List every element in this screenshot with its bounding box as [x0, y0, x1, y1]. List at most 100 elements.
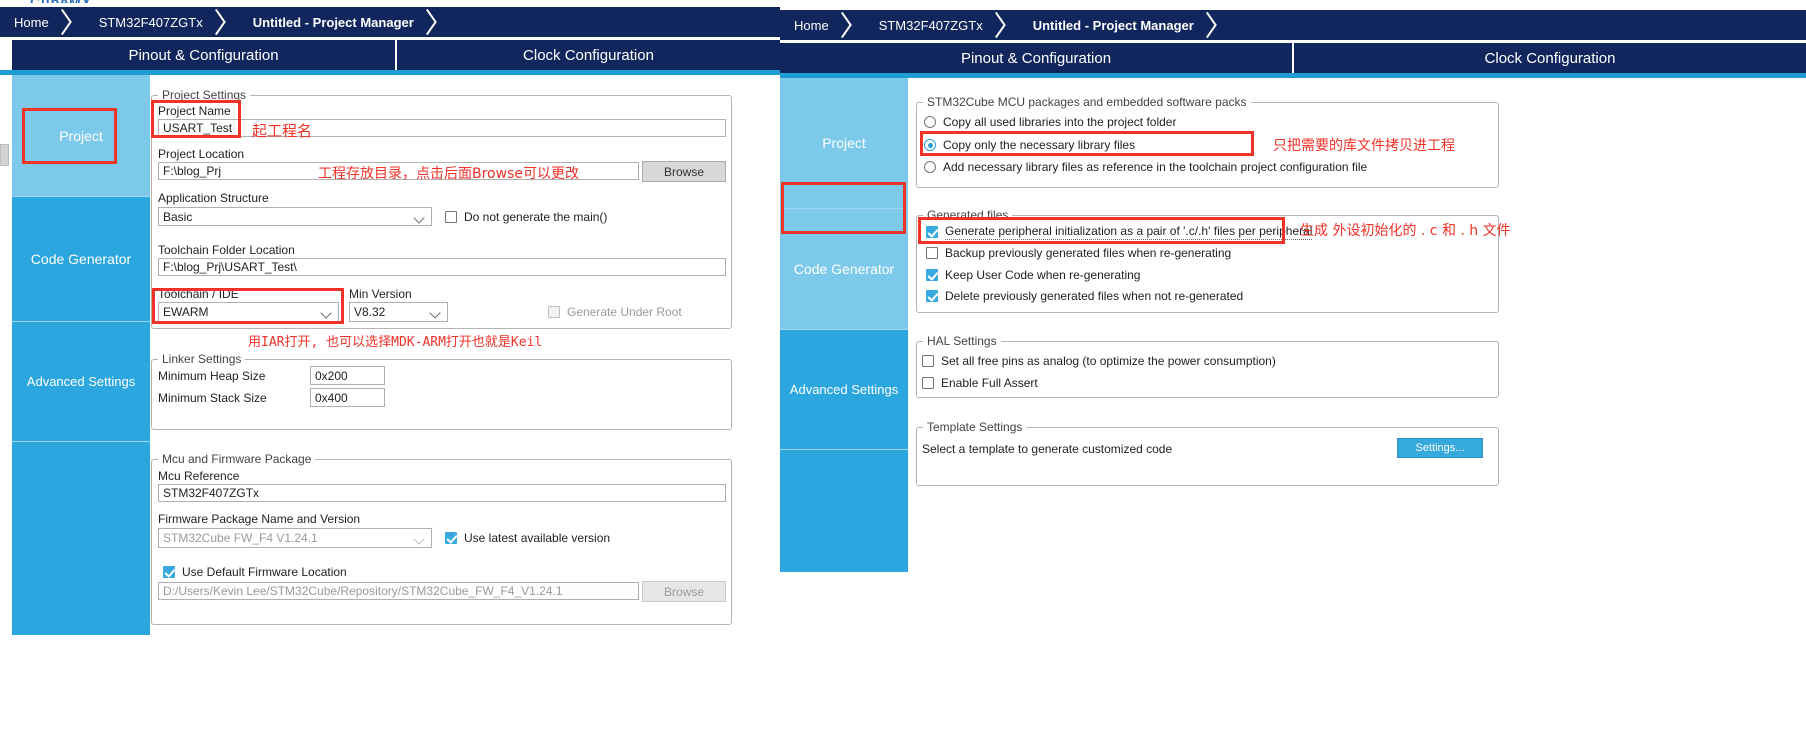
project-location-label: Project Location — [158, 147, 245, 161]
breadcrumb-item-project-manager[interactable]: Untitled - Project Manager — [1019, 10, 1230, 40]
linker-settings-legend: Linker Settings — [162, 352, 242, 366]
sidebar-item-project[interactable]: Project — [12, 75, 150, 197]
breadcrumb-item-mcu[interactable]: STM32F407ZGTx — [85, 7, 239, 37]
do-not-generate-main-label: Do not generate the main() — [464, 210, 608, 224]
tab-pinout-configuration[interactable]: Pinout & Configuration — [12, 40, 397, 70]
use-latest-version-checkbox[interactable] — [445, 532, 457, 544]
chevron-down-icon — [429, 303, 443, 321]
generate-under-root-row[interactable]: Generate Under Root — [548, 305, 682, 319]
use-default-firmware-location-row[interactable]: Use Default Firmware Location — [163, 565, 347, 579]
browse-firmware-location-button[interactable]: Browse — [642, 581, 726, 602]
set-free-pins-analog-label: Set all free pins as analog (to optimize… — [941, 354, 1276, 368]
breadcrumb-item-home[interactable]: Home — [0, 7, 85, 37]
keep-user-code-checkbox[interactable] — [926, 269, 938, 281]
do-not-generate-main-row[interactable]: Do not generate the main() — [445, 210, 607, 224]
min-version-select[interactable]: V8.32 — [349, 302, 448, 322]
use-default-firmware-location-label: Use Default Firmware Location — [182, 565, 347, 579]
keep-user-code-row[interactable]: Keep User Code when re-generating — [926, 268, 1140, 282]
sidebar-item-code-generator[interactable]: Code Generator — [12, 197, 150, 322]
breadcrumb-item-home[interactable]: Home — [780, 10, 865, 40]
breadcrumb-label: Home — [14, 14, 49, 30]
default-firmware-location-input: D:/Users/Kevin Lee/STM32Cube/Repository/… — [158, 582, 639, 600]
minimum-heap-size-label: Minimum Heap Size — [158, 369, 266, 383]
enable-full-assert-row[interactable]: Enable Full Assert — [922, 376, 1038, 390]
radio-add-as-reference-row[interactable]: Add necessary library files as reference… — [924, 160, 1367, 174]
tab-label: Clock Configuration — [523, 46, 654, 64]
breadcrumb-item-mcu[interactable]: STM32F407ZGTx — [865, 10, 1019, 40]
use-default-firmware-location-checkbox[interactable] — [163, 566, 175, 578]
project-name-input[interactable]: USART_Test — [158, 119, 726, 137]
minimum-stack-size-input[interactable]: 0x400 — [310, 388, 385, 407]
mcu-reference-label: Mcu Reference — [158, 469, 240, 483]
tab-clock-configuration[interactable]: Clock Configuration — [1294, 43, 1806, 73]
set-free-pins-analog-checkbox[interactable] — [922, 355, 934, 367]
backup-previous-files-row[interactable]: Backup previously generated files when r… — [926, 246, 1231, 260]
chevron-right-icon — [1204, 10, 1230, 40]
tab-clock-configuration[interactable]: Clock Configuration — [397, 40, 780, 70]
sidebar-item-project[interactable]: Project — [780, 78, 908, 209]
keep-user-code-label: Keep User Code when re-generating — [945, 268, 1141, 282]
right-screenshot-panel: Home STM32F407ZGTx Untitled - Project Ma… — [780, 0, 1806, 732]
mcu-packages-legend: STM32Cube MCU packages and embedded soft… — [927, 95, 1247, 109]
toolchain-folder-label: Toolchain Folder Location — [158, 243, 295, 257]
scrollbar-thumb[interactable] — [0, 144, 9, 166]
enable-full-assert-label: Enable Full Assert — [941, 376, 1038, 390]
use-latest-version-label: Use latest available version — [464, 531, 611, 545]
add-as-reference-label: Add necessary library files as reference… — [943, 160, 1368, 174]
template-settings-button[interactable]: Settings... — [1397, 438, 1483, 458]
do-not-generate-main-checkbox[interactable] — [445, 211, 457, 223]
tabstrip: Pinout & Configuration Clock Configurati… — [0, 40, 780, 70]
tab-label: Pinout & Configuration — [960, 49, 1112, 67]
firmware-package-select[interactable]: STM32Cube FW_F4 V1.24.1 — [158, 528, 432, 548]
sidebar-item-code-generator[interactable]: Code Generator — [780, 209, 908, 330]
chevron-down-icon — [413, 208, 427, 225]
minimum-heap-size-input[interactable]: 0x200 — [310, 366, 385, 385]
chevron-right-icon — [59, 7, 85, 37]
delete-previous-files-row[interactable]: Delete previously generated files when n… — [926, 289, 1243, 303]
min-version-label: Min Version — [349, 287, 412, 301]
browse-project-location-button[interactable]: Browse — [642, 161, 726, 182]
toolchain-folder-input[interactable]: F:\blog_Prj\USART_Test\ — [158, 258, 726, 276]
sidebar-item-label: Code Generator — [30, 251, 132, 267]
toolchain-ide-select[interactable]: EWARM — [158, 302, 339, 322]
template-settings-legend: Template Settings — [927, 420, 1023, 434]
radio-copy-all-libraries-row[interactable]: Copy all used libraries into the project… — [924, 115, 1176, 129]
project-name-label: Project Name — [158, 104, 231, 118]
chevron-right-icon — [213, 7, 239, 37]
copy-only-necessary-radio[interactable] — [924, 139, 936, 151]
enable-full-assert-checkbox[interactable] — [922, 377, 934, 389]
teal-divider — [780, 73, 1806, 78]
sidebar-item-advanced-settings[interactable]: Advanced Settings — [780, 330, 908, 450]
add-as-reference-radio[interactable] — [924, 161, 936, 173]
generate-peripheral-init-row[interactable]: Generate peripheral initialization as a … — [926, 224, 1313, 240]
cutoff-app-title: CubeMX — [30, 0, 92, 3]
application-structure-select[interactable]: Basic — [158, 207, 432, 226]
backup-previous-files-checkbox[interactable] — [926, 247, 938, 259]
generate-under-root-checkbox[interactable] — [548, 306, 560, 318]
sidebar-item-empty[interactable] — [12, 442, 150, 635]
breadcrumb-item-project-manager[interactable]: Untitled - Project Manager — [239, 7, 450, 37]
copy-all-libraries-radio[interactable] — [924, 116, 936, 128]
generated-files-legend: Generated files — [927, 208, 1009, 222]
use-latest-version-row[interactable]: Use latest available version — [445, 531, 610, 545]
project-settings-legend: Project Settings — [162, 88, 247, 102]
set-free-pins-analog-row[interactable]: Set all free pins as analog (to optimize… — [922, 354, 1276, 368]
breadcrumb: Home STM32F407ZGTx Untitled - Project Ma… — [0, 7, 780, 37]
annotation-generate-peripheral-note: 生成 外设初始化的 . c 和 . h 文件 — [1300, 223, 1511, 239]
sidebar-item-advanced-settings[interactable]: Advanced Settings — [12, 322, 150, 442]
application-structure-label: Application Structure — [158, 191, 269, 205]
tab-pinout-configuration[interactable]: Pinout & Configuration — [780, 43, 1294, 73]
delete-previous-files-label: Delete previously generated files when n… — [945, 289, 1244, 303]
breadcrumb: Home STM32F407ZGTx Untitled - Project Ma… — [780, 10, 1806, 40]
radio-copy-only-necessary-row[interactable]: Copy only the necessary library files — [924, 138, 1135, 152]
template-settings-description: Select a template to generate customized… — [922, 442, 1173, 456]
annotation-project-location-note: 工程存放目录，点击后面Browse可以更改 — [318, 166, 579, 182]
generate-peripheral-init-checkbox[interactable] — [926, 226, 938, 238]
delete-previous-files-checkbox[interactable] — [926, 290, 938, 302]
sidebar-item-label: Advanced Settings — [26, 374, 136, 389]
chevron-right-icon — [424, 7, 450, 37]
chevron-right-icon — [993, 10, 1019, 40]
category-sidebar: Project Code Generator Advanced Settings — [12, 75, 150, 635]
copy-only-necessary-label: Copy only the necessary library files — [943, 138, 1136, 152]
sidebar-item-empty[interactable] — [780, 450, 908, 572]
